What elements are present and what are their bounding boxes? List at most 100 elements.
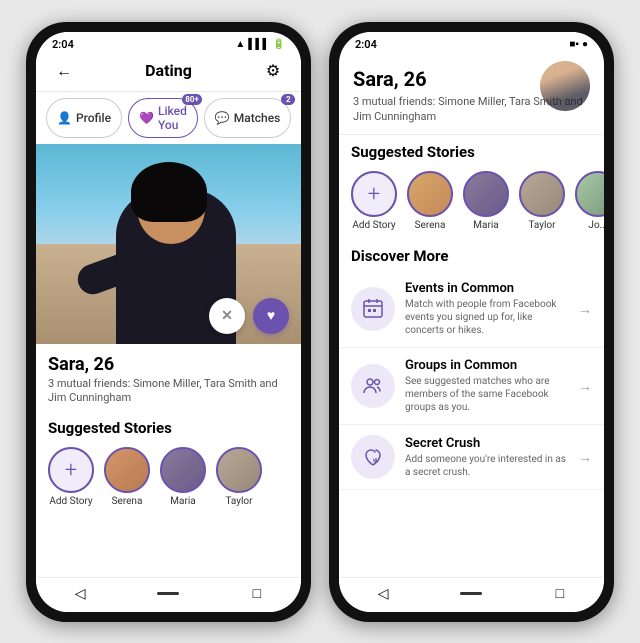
phone2-content: Sara, 26 3 mutual friends: Simone Miller…: [339, 53, 604, 577]
tab-bar-1: 👤 Profile 💜 Liked You 80+ 💬 Matches 2: [36, 92, 301, 144]
wifi-icon: ▲: [235, 39, 245, 50]
secret-crush-arrow: →: [578, 449, 592, 466]
home-nav-icon-2: [460, 592, 482, 595]
liked-badge: 80+: [182, 94, 202, 105]
events-arrow: →: [578, 301, 592, 318]
groups-title: Groups in Common: [405, 358, 568, 373]
p2-jo-circle: [575, 171, 604, 217]
story-taylor[interactable]: Taylor: [216, 447, 262, 507]
groups-desc: See suggested matches who are members of…: [405, 375, 568, 414]
calendar-icon: [361, 297, 385, 321]
bottom-nav-2: ◁ □: [339, 577, 604, 612]
status-time-2: 2:04: [355, 38, 377, 51]
tab-liked-label: Liked You: [158, 104, 187, 132]
nav-title-1: Dating: [145, 61, 192, 80]
profile-icon: 👤: [57, 111, 72, 125]
phone-2: 2:04 ■▪ ● Sara, 26 3 mutual friends: Sim…: [329, 22, 614, 622]
like-icon: ♥: [267, 307, 275, 324]
story-maria[interactable]: Maria: [160, 447, 206, 507]
p2-serena-circle: [407, 171, 453, 217]
p2-header: Sara, 26 3 mutual friends: Simone Miller…: [339, 61, 604, 136]
chat-icon: 💬: [215, 111, 230, 125]
profile-info: Sara, 26 3 mutual friends: Simone Miller…: [36, 344, 301, 412]
signal-icon: ▌▌▌: [248, 39, 269, 50]
heart-icon: 💜: [139, 111, 154, 125]
tab-matches[interactable]: 💬 Matches 2: [204, 98, 291, 138]
suggested-stories-title-2: Suggested Stories: [339, 135, 604, 167]
p2-add-story-label: Add Story: [352, 220, 395, 231]
battery-icon: 🔋: [273, 39, 285, 50]
p2-story-jo[interactable]: Jo...: [575, 171, 604, 231]
dislike-button[interactable]: ✕: [209, 298, 245, 334]
discover-title: Discover More: [339, 239, 604, 271]
suggested-stories-title-1: Suggested Stories: [36, 411, 301, 443]
back-nav-icon-1: ◁: [75, 586, 86, 602]
square-nav-btn-1[interactable]: □: [243, 584, 271, 604]
square-nav-btn-2[interactable]: □: [546, 584, 574, 604]
p2-story-serena[interactable]: Serena: [407, 171, 453, 231]
tab-matches-label: Matches: [234, 111, 281, 125]
matches-badge: 2: [281, 94, 295, 105]
events-title: Events in Common: [405, 281, 568, 296]
nav-bar-1: ← Dating ⚙: [36, 53, 301, 92]
groups-icon: [361, 374, 385, 398]
back-nav-btn-1[interactable]: ◁: [66, 584, 94, 604]
p2-story-add[interactable]: + Add Story: [351, 171, 397, 231]
back-nav-btn-2[interactable]: ◁: [369, 584, 397, 604]
events-text: Events in Common Match with people from …: [405, 281, 568, 337]
p2-taylor-circle: [519, 171, 565, 217]
secret-crush-desc: Add someone you're interested in as a se…: [405, 453, 568, 479]
dislike-icon: ✕: [221, 308, 233, 324]
story-add[interactable]: + Add Story: [48, 447, 94, 507]
profile-card: ✕ ♥: [36, 144, 301, 344]
maria-label: Maria: [170, 496, 195, 507]
action-buttons: ✕ ♥: [209, 298, 289, 334]
status-time-1: 2:04: [52, 38, 74, 51]
p2-jo-label: Jo...: [588, 220, 604, 231]
groups-text: Groups in Common See suggested matches w…: [405, 358, 568, 414]
home-nav-btn-1[interactable]: [154, 584, 182, 604]
profile-name-1: Sara, 26: [48, 354, 289, 375]
groups-icon-bg: [351, 364, 395, 408]
like-button[interactable]: ♥: [253, 298, 289, 334]
events-icon-bg: [351, 287, 395, 331]
taylor-circle: [216, 447, 262, 493]
back-icon: ←: [56, 61, 72, 81]
stories-row-2: + Add Story Serena Maria Tayl: [339, 167, 604, 239]
discover-groups[interactable]: Groups in Common See suggested matches w…: [339, 348, 604, 425]
maria-circle: [160, 447, 206, 493]
p2-story-maria[interactable]: Maria: [463, 171, 509, 231]
story-serena[interactable]: Serena: [104, 447, 150, 507]
back-button[interactable]: ←: [50, 57, 78, 85]
discover-events[interactable]: Events in Common Match with people from …: [339, 271, 604, 348]
back-nav-icon-2: ◁: [378, 586, 389, 602]
scroll-content-1: ✕ ♥ Sara, 26 3 mutual friends: Simone Mi…: [36, 144, 301, 577]
p2-taylor-label: Taylor: [528, 220, 555, 231]
p2-story-taylor[interactable]: Taylor: [519, 171, 565, 231]
tab-profile-label: Profile: [76, 111, 111, 125]
tab-liked-you[interactable]: 💜 Liked You 80+: [128, 98, 198, 138]
status-bar-2: 2:04 ■▪ ●: [339, 32, 604, 53]
secret-crush-icon-bg: [351, 435, 395, 479]
heart-lock-icon: [361, 445, 385, 469]
events-desc: Match with people from Facebook events y…: [405, 298, 568, 337]
plus-icon: +: [65, 458, 77, 483]
phone-1: 2:04 ▲ ▌▌▌ 🔋 ← Dating ⚙ 👤 Profile: [26, 22, 311, 622]
square-nav-icon-2: □: [556, 585, 564, 602]
discover-secret-crush[interactable]: Secret Crush Add someone you're interest…: [339, 425, 604, 490]
battery-icon-2: ■▪: [569, 39, 579, 50]
p2-maria-label: Maria: [473, 220, 498, 231]
signal-icon-2: ●: [582, 39, 588, 50]
gear-icon: ⚙: [266, 61, 280, 80]
p2-maria-circle: [463, 171, 509, 217]
home-nav-btn-2[interactable]: [457, 584, 485, 604]
p2-serena-label: Serena: [415, 220, 446, 231]
settings-button[interactable]: ⚙: [259, 57, 287, 85]
serena-label: Serena: [112, 496, 143, 507]
taylor-label: Taylor: [225, 496, 252, 507]
secret-crush-title: Secret Crush: [405, 436, 568, 451]
tab-profile[interactable]: 👤 Profile: [46, 98, 122, 138]
groups-arrow: →: [578, 378, 592, 395]
home-nav-icon-1: [157, 592, 179, 595]
secret-crush-text: Secret Crush Add someone you're interest…: [405, 436, 568, 479]
